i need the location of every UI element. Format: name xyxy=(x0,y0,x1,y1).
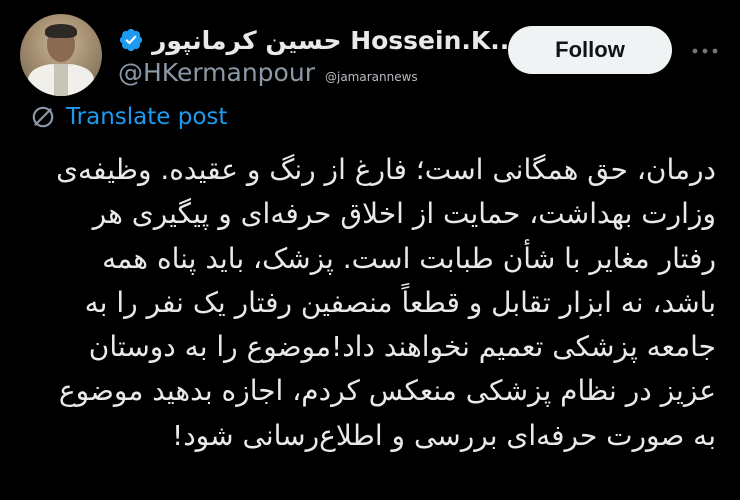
avatar-shirt xyxy=(54,64,68,96)
translate-globe-icon xyxy=(32,106,54,128)
author-display-name[interactable]: حسین کرمانپور Hossein.K... xyxy=(152,26,519,55)
avatar[interactable] xyxy=(20,14,102,96)
verified-badge-icon xyxy=(119,28,143,52)
watermark-text: @jamarannews xyxy=(324,70,418,84)
post-body-text: درمان، حق همگانی است؛ فارغ از رنگ و عقید… xyxy=(56,153,716,452)
avatar-hair xyxy=(45,24,77,38)
more-horizontal-icon xyxy=(692,48,718,54)
translate-post-label[interactable]: Translate post xyxy=(66,104,227,130)
follow-button[interactable]: Follow xyxy=(508,26,672,74)
more-options-button[interactable] xyxy=(690,38,720,64)
author-name-row[interactable]: حسین کرمانپور Hossein.K... xyxy=(118,22,519,58)
tweet-card: حسین کرمانپور Hossein.K... @HKermanpour … xyxy=(0,0,740,500)
author-handle[interactable]: @HKermanpour xyxy=(118,58,315,87)
translate-post-link[interactable]: Translate post xyxy=(30,104,227,130)
author-handle-row: @HKermanpour @jamarannews xyxy=(118,58,418,87)
